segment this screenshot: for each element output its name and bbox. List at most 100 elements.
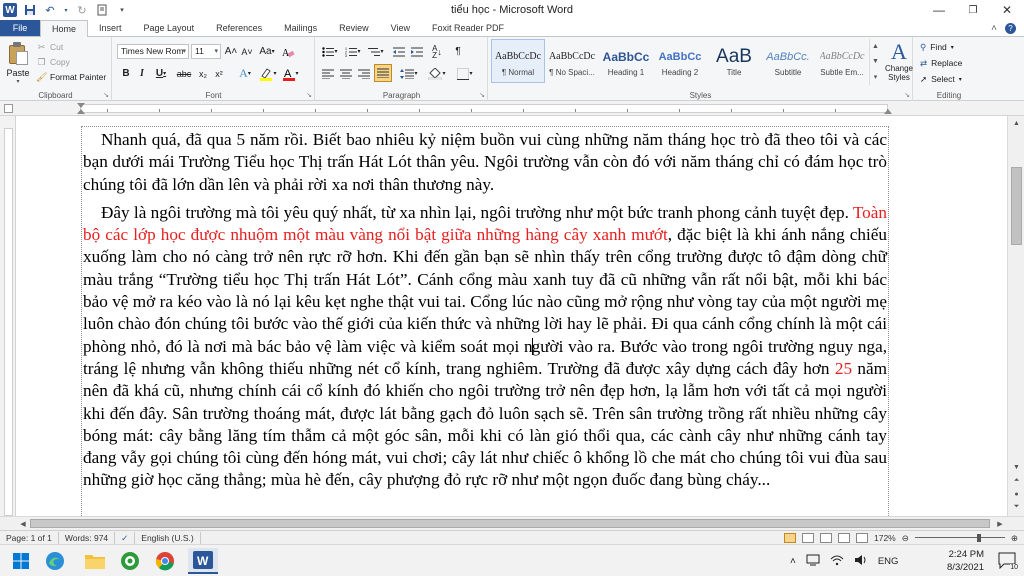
tab-selector[interactable] [4,104,13,113]
subscript-button[interactable]: x₂ [196,65,210,82]
vertical-scrollbar[interactable]: ▲ ▼ ⏶ ● ⏷ [1007,116,1024,516]
styles-launcher-icon[interactable]: ↘ [904,91,910,99]
find-button[interactable]: ⚲ Find ▾ [920,40,954,54]
font-name-dropdown-icon[interactable]: ▾ [182,45,186,58]
wifi-icon[interactable] [830,554,844,569]
full-screen-reading-view-button[interactable] [802,533,814,543]
scroll-up-icon[interactable]: ▲ [1008,116,1024,130]
change-case-button[interactable]: Aa ▾ [258,43,276,60]
style-subtitle[interactable]: AaBbCc. Subtitle [761,39,815,83]
superscript-button[interactable]: x² [212,65,226,82]
style-heading-2[interactable]: AaBbCc Heading 2 [653,39,707,83]
scroll-left-icon[interactable]: ◀ [16,517,30,531]
previous-page-icon[interactable]: ⏶ [1008,474,1024,488]
maximize-button[interactable]: ❐ [956,0,990,20]
clear-formatting-button[interactable]: A [280,43,296,60]
font-color-button[interactable]: A ▾ [281,65,301,82]
clock[interactable]: 2:24 PM 8/3/2021 [947,548,984,574]
chrome-browser-button[interactable] [150,548,180,574]
notifications-button[interactable]: 10 [998,552,1018,571]
font-name-combo[interactable]: Times New Rom ▾ [117,44,189,59]
tab-references[interactable]: References [205,20,273,36]
shrink-font-button[interactable]: A˅ [240,43,254,60]
zoom-slider[interactable] [914,533,1005,543]
style-subtle-emphasis[interactable]: AaBbCcDc Subtle Em... [815,39,869,83]
borders-button[interactable]: ▾ [454,65,476,82]
style-heading-1[interactable]: AaBbCc Heading 1 [599,39,653,83]
bullets-button[interactable]: ▾ [320,43,340,60]
paste-button[interactable]: Paste ▾ [4,40,32,86]
horizontal-scrollbar[interactable]: ◀ ▶ [0,516,1024,530]
tab-mailings[interactable]: Mailings [273,20,328,36]
gallery-more-icon[interactable]: ▾ [874,73,878,81]
draft-view-button[interactable] [856,533,868,543]
vertical-scroll-thumb[interactable] [1011,167,1022,245]
select-browse-object-icon[interactable]: ● [1008,487,1024,501]
show-hidden-icons-icon[interactable]: ˄ [790,556,796,567]
cut-button[interactable]: ✂ Cut [36,40,106,54]
increase-indent-button[interactable] [409,43,425,60]
network-icon[interactable] [806,554,820,569]
multilevel-list-button[interactable]: ▾ [366,43,386,60]
gallery-up-icon[interactable]: ▲ [872,43,879,50]
word-count[interactable]: Words: 974 [59,531,116,544]
undo-dropdown-icon[interactable]: ▾ [63,3,69,17]
strikethrough-button[interactable]: abc [174,65,194,82]
gallery-down-icon[interactable]: ▼ [872,58,879,65]
scroll-down-icon[interactable]: ▼ [1008,460,1024,474]
input-language[interactable]: ENG [878,556,899,567]
align-right-button[interactable] [356,65,372,82]
file-explorer-button[interactable] [80,548,110,574]
text-effects-button[interactable]: A ▾ [235,65,255,82]
font-size-combo[interactable]: 11 ▾ [191,44,221,59]
zoom-out-icon[interactable]: ⊖ [902,533,909,544]
styles-gallery-scroll[interactable]: ▲ ▼ ▾ [869,39,881,85]
minimize-ribbon-icon[interactable]: ˄ [991,23,997,34]
redo-icon[interactable]: ↻ [75,3,89,17]
scroll-right-icon[interactable]: ▶ [993,517,1007,531]
italic-button[interactable]: I [135,65,149,82]
volume-icon[interactable] [854,554,868,569]
line-spacing-button[interactable]: ▾ [398,65,420,82]
hanging-indent-marker[interactable] [77,109,85,114]
tab-review[interactable]: Review [328,20,380,36]
print-layout-view-button[interactable] [784,533,796,543]
tab-insert[interactable]: Insert [88,20,133,36]
horizontal-scroll-thumb[interactable] [30,519,990,528]
edge-browser-button[interactable] [40,548,70,574]
word-logo-icon[interactable]: W [3,3,17,17]
numbering-button[interactable]: 1 2 3 ▾ [343,43,363,60]
justify-button[interactable] [374,64,392,82]
style-title[interactable]: AaB Title [707,39,761,83]
copy-button[interactable]: ❐ Copy [36,55,106,69]
print-preview-icon[interactable] [95,3,109,17]
paragraph-2[interactable]: Đây là ngôi trường mà tôi yêu quý nhất, … [83,202,887,492]
undo-icon[interactable]: ↶ [43,3,57,17]
change-styles-button[interactable]: A Change Styles [881,40,917,86]
coccoc-browser-button[interactable] [115,548,145,574]
sort-button[interactable]: A Z ↓ [429,43,445,60]
paragraph-launcher-icon[interactable]: ↘ [479,91,485,99]
select-button[interactable]: ➚ Select ▾ [920,72,962,86]
word-taskbar-button[interactable]: W [188,548,218,574]
customize-qat-icon[interactable]: ▾ [115,3,129,17]
outline-view-button[interactable] [838,533,850,543]
show-formatting-button[interactable]: ¶ [450,43,466,60]
first-line-indent-marker[interactable] [77,103,85,108]
zoom-in-icon[interactable]: ⊕ [1011,533,1018,544]
font-launcher-icon[interactable]: ↘ [306,91,312,99]
tab-file[interactable]: File [0,20,40,36]
web-layout-view-button[interactable] [820,533,832,543]
help-icon[interactable]: ? [1005,22,1016,34]
right-indent-marker[interactable] [884,109,892,114]
start-button[interactable] [6,548,36,574]
tab-page-layout[interactable]: Page Layout [133,20,206,36]
align-left-button[interactable] [320,65,336,82]
document-area[interactable]: Nhanh quá, đã qua 5 năm rồi. Biết bao nh… [17,116,1007,516]
tab-foxit-reader-pdf[interactable]: Foxit Reader PDF [421,20,515,36]
proofing-icon[interactable]: ✓ [115,531,136,544]
replace-button[interactable]: ⇄ Replace [920,56,962,70]
decrease-indent-button[interactable] [391,43,407,60]
save-icon[interactable] [23,3,37,17]
tab-home[interactable]: Home [40,20,89,37]
